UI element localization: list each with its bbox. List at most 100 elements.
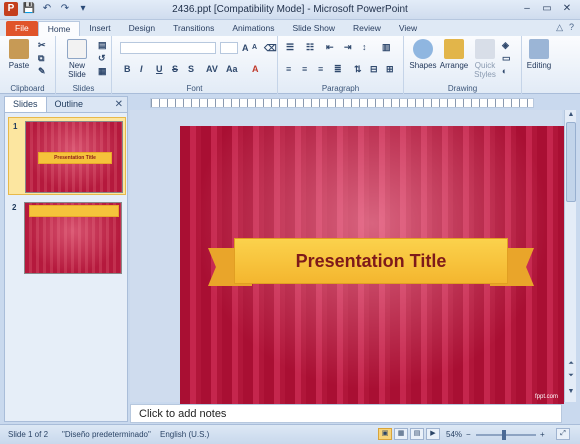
clipboard-group-label: Clipboard [10,84,45,93]
shape-effects-icon[interactable]: ◐ [502,66,507,76]
copy-icon[interactable]: ⧉ [38,53,44,64]
slide-editor: Presentation Title fppt.com [130,110,564,404]
align-left-icon[interactable]: ≡ [286,64,291,74]
clear-formatting-icon[interactable]: ⌫ [264,43,277,54]
tab-animations[interactable]: Animations [223,21,283,36]
notes-pane[interactable]: Click to add notes [130,404,562,423]
fit-to-window-icon[interactable]: ⤢ [556,428,570,440]
shape-outline-icon[interactable]: ▭ [502,53,511,64]
paste-button[interactable]: Paste [6,39,32,70]
new-slide-button[interactable]: New Slide [60,39,94,79]
cut-icon[interactable]: ✂ [38,40,46,51]
maximize-button[interactable]: ▭ [538,2,556,16]
title-banner[interactable]: Presentation Title [208,238,534,292]
tab-design[interactable]: Design [120,21,164,36]
italic-button[interactable]: I [140,64,143,74]
shapes-button[interactable]: Shapes [408,39,438,70]
format-painter-icon[interactable]: ✎ [38,66,46,77]
increase-indent-icon[interactable]: ⇥ [344,42,352,53]
ribbon: Paste ✂ ⧉ ✎ Clipboard New Slide ▤ ↺ ▦ Sl… [0,36,580,94]
grow-font-button[interactable]: A [242,43,249,53]
slide-show-view-icon[interactable]: ▶ [426,428,440,440]
theme-name: "Diseño predeterminado" [62,430,151,439]
scroll-up-icon[interactable]: ▲ [566,111,576,118]
reading-view-icon[interactable]: ▤ [410,428,424,440]
language-indicator[interactable]: English (U.S.) [160,430,209,439]
char-spacing-icon[interactable]: AV [206,64,218,74]
justify-icon[interactable]: ≣ [334,64,342,75]
slide-thumbnail-2[interactable]: 2 [8,199,126,277]
decrease-indent-icon[interactable]: ⇤ [326,42,334,53]
change-case-button[interactable]: Aa [226,64,238,74]
scroll-down-icon[interactable]: ▼ [566,388,576,395]
font-group: A A ⌫ B I U S S AV Aa A Font [112,36,278,94]
font-group-label: Font [186,84,203,93]
slides-group-label: Slides [72,84,95,93]
tab-outline[interactable]: Outline [47,97,92,112]
minimize-ribbon-icon[interactable]: △ [556,22,563,33]
shape-fill-icon[interactable]: ◈ [502,40,509,51]
line-spacing-icon[interactable]: ↕ [362,42,367,52]
editing-button[interactable]: Editing [524,39,554,70]
align-text-icon[interactable]: ⊟ [370,64,378,75]
tab-transitions[interactable]: Transitions [164,21,223,36]
arrange-button[interactable]: Arrange [438,39,470,70]
zoom-out-icon[interactable]: − [466,430,471,439]
shadow-icon[interactable]: S [188,64,194,74]
help-icon[interactable]: ? [569,22,574,33]
zoom-level[interactable]: 54% [446,430,462,439]
columns-icon[interactable]: ▥ [382,42,391,53]
slide-number: 2 [12,203,17,212]
normal-view-icon[interactable]: ▣ [378,428,392,440]
numbering-icon[interactable]: ☷ [306,42,314,53]
tab-file[interactable]: File [6,21,38,36]
title-bar: P 💾 ↶ ↷ ▾ 2436.ppt [Compatibility Mode] … [0,0,580,20]
slide-thumbnail-1[interactable]: 1 Presentation Title [8,117,126,195]
slide-preview [24,202,122,274]
underline-button[interactable]: U [156,64,163,74]
font-name-combo[interactable] [120,42,216,54]
tab-insert[interactable]: Insert [80,21,119,36]
shrink-font-button[interactable]: A [252,44,257,51]
bullets-icon[interactable]: ☰ [286,42,294,53]
layout-icon[interactable]: ▤ [98,40,107,51]
status-bar: Slide 1 of 2 "Diseño predeterminado" Eng… [0,424,580,444]
slide-sorter-view-icon[interactable]: ▦ [394,428,408,440]
clipboard-icon [9,39,29,59]
next-slide-icon[interactable]: ⏷ [566,372,576,380]
editing-group: Editing [522,36,554,94]
slide-number: 1 [13,122,18,131]
reset-icon[interactable]: ↺ [98,53,106,64]
slide-title[interactable]: Presentation Title [296,251,447,272]
font-size-combo[interactable] [220,42,238,54]
smartart-icon[interactable]: ⊞ [386,64,394,75]
vertical-scrollbar[interactable]: ▲ ⏶ ⏷ ▼ [564,110,576,402]
window-title: 2436.ppt [Compatibility Mode] - Microsof… [172,4,408,15]
zoom-in-icon[interactable]: + [540,430,545,439]
tab-slide-show[interactable]: Slide Show [283,21,344,36]
paragraph-group-label: Paragraph [321,84,360,93]
section-icon[interactable]: ▦ [98,66,107,77]
scroll-thumb[interactable] [566,122,576,202]
paragraph-group: ☰ ☷ ⇤ ⇥ ↕ ▥ ≡ ≡ ≡ ≣ ⇅ ⊟ ⊞ Paragraph [278,36,404,94]
minimize-button[interactable]: – [518,2,536,16]
watermark: fppt.com [534,394,558,400]
tab-home[interactable]: Home [37,21,81,36]
font-color-icon[interactable]: A [252,64,259,74]
zoom-slider-thumb[interactable] [502,430,506,440]
zoom-slider[interactable] [476,434,536,436]
slides-pane: Slides Outline ✕ 1 Presentation Title 2 [4,96,128,422]
slide-canvas[interactable]: Presentation Title fppt.com [180,126,564,404]
bold-button[interactable]: B [124,64,131,74]
close-pane-icon[interactable]: ✕ [115,99,123,110]
previous-slide-icon[interactable]: ⏶ [566,360,576,368]
align-center-icon[interactable]: ≡ [302,64,307,74]
tab-slides[interactable]: Slides [5,97,47,112]
text-direction-icon[interactable]: ⇅ [354,64,362,75]
tab-view[interactable]: View [390,21,426,36]
quick-styles-button[interactable]: Quick Styles [470,39,500,79]
tab-review[interactable]: Review [344,21,390,36]
align-right-icon[interactable]: ≡ [318,64,323,74]
strikethrough-button[interactable]: S [172,64,178,74]
close-button[interactable]: ✕ [558,2,576,16]
